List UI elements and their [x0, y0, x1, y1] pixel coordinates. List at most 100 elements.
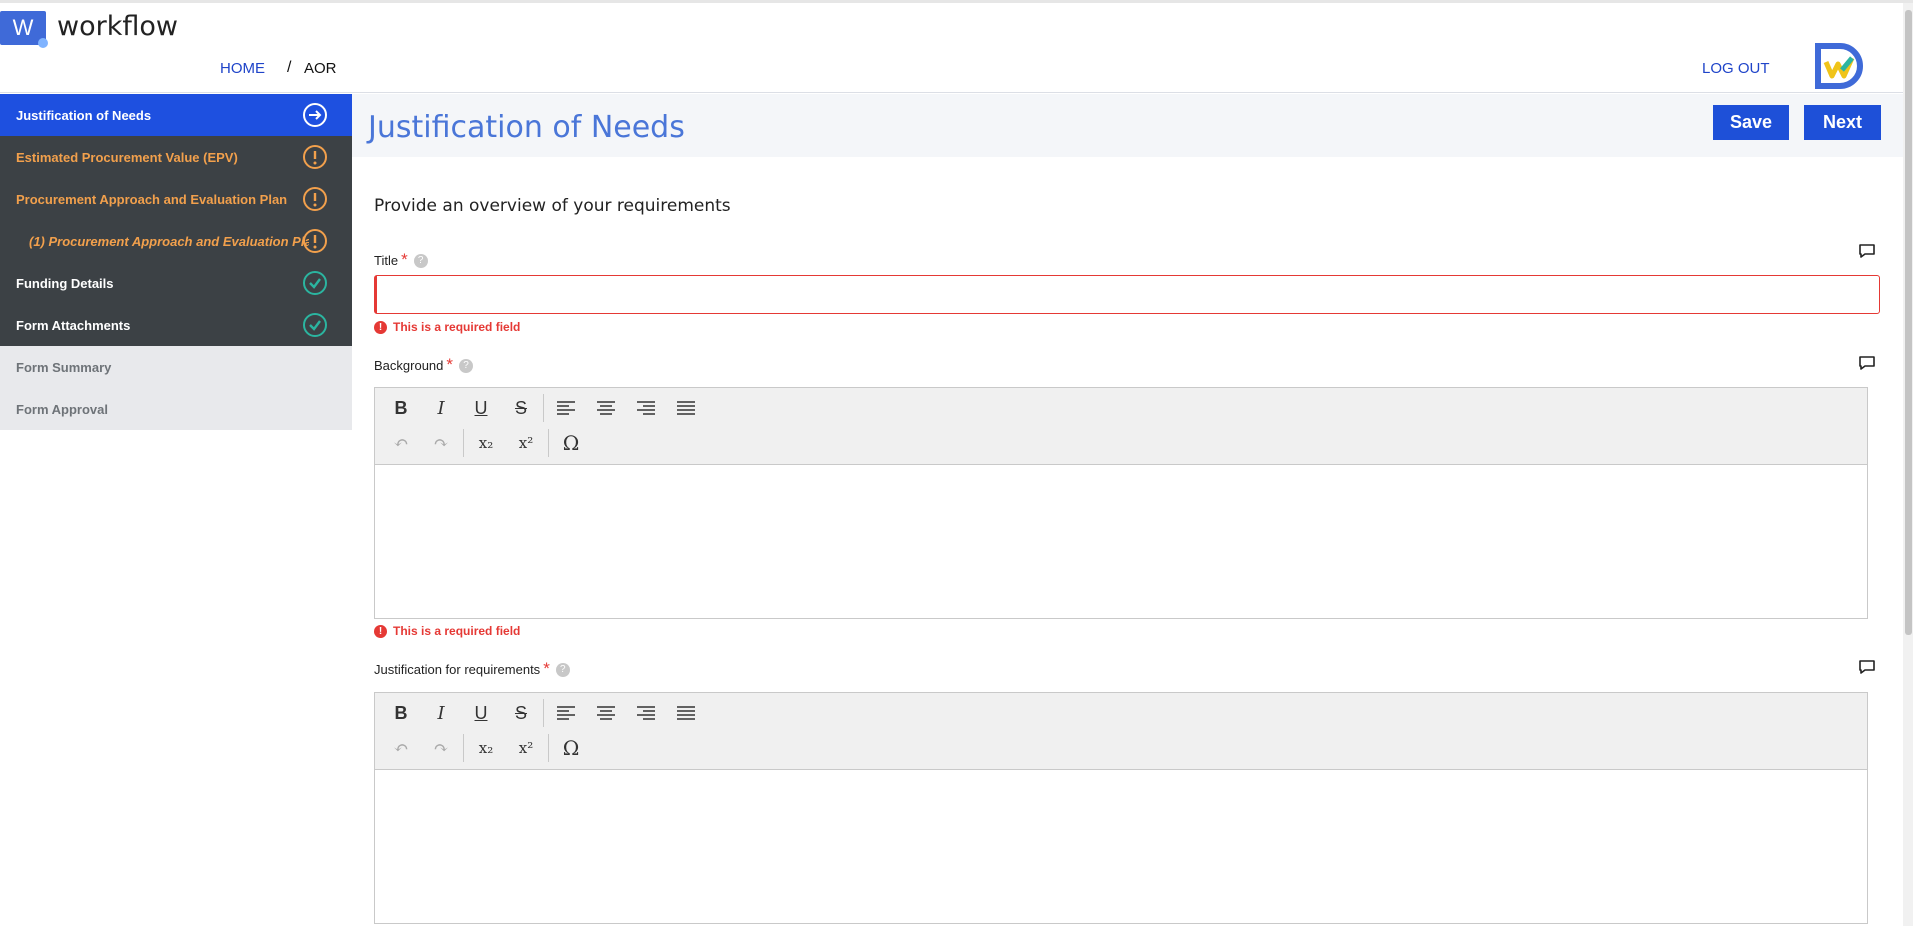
undo-button[interactable]: ↶ — [381, 734, 421, 762]
next-button[interactable]: Next — [1804, 105, 1881, 140]
toolbar-row-formatting: B I U S — [381, 393, 706, 423]
bold-button[interactable]: B — [381, 394, 421, 422]
special-character-button[interactable]: Ω — [551, 429, 591, 457]
sidebar-item-funding-details[interactable]: Funding Details — [0, 262, 352, 304]
warning-icon — [303, 145, 327, 169]
align-left-icon — [557, 706, 575, 720]
title-input[interactable] — [374, 275, 1880, 314]
sidebar-item-label: Funding Details — [16, 275, 114, 291]
underline-button[interactable]: U — [461, 699, 501, 727]
toolbar-row-formatting: B I U S — [381, 698, 706, 728]
editor-toolbar: B I U S ↶ ↷ x₂ x² Ω — [375, 388, 1867, 465]
save-button[interactable]: Save — [1713, 105, 1789, 140]
required-star: * — [543, 659, 550, 678]
sidebar-item-label: Procurement Approach and Evaluation Plan — [16, 191, 288, 207]
toolbar-separator — [543, 699, 544, 727]
help-icon[interactable]: ? — [555, 663, 570, 677]
required-star: * — [401, 250, 408, 269]
toolbar-separator — [543, 394, 544, 422]
undo-button[interactable]: ↶ — [381, 429, 421, 457]
italic-button[interactable]: I — [421, 699, 461, 727]
superscript-button[interactable]: x² — [506, 734, 546, 762]
arrow-right-circle-icon — [303, 103, 327, 127]
error-message: This is a required field — [393, 624, 521, 638]
sidebar-item-label: Form Attachments — [16, 317, 131, 333]
sidebar-item-label: (1) Procurement Approach and Evaluation … — [29, 233, 309, 249]
comment-icon[interactable] — [1858, 243, 1876, 259]
help-icon[interactable]: ? — [413, 254, 428, 268]
align-justify-icon — [677, 706, 695, 720]
toolbar-row-extras: ↶ ↷ x₂ x² Ω — [381, 428, 591, 458]
sidebar-item-procurement-approach[interactable]: Procurement Approach and Evaluation Plan — [0, 178, 352, 220]
subscript-button[interactable]: x₂ — [466, 734, 506, 762]
underline-button[interactable]: U — [461, 394, 501, 422]
background-rich-text-editor: B I U S ↶ ↷ x₂ x² Ω — [374, 387, 1868, 619]
logo-gear-icon — [38, 38, 48, 48]
toolbar-separator — [548, 429, 549, 457]
justification-field-label: Justification for requirements *? — [374, 659, 570, 679]
scrollbar-thumb[interactable] — [1905, 10, 1912, 635]
comment-icon[interactable] — [1858, 355, 1876, 371]
italic-button[interactable]: I — [421, 394, 461, 422]
superscript-button[interactable]: x² — [506, 429, 546, 457]
align-justify-button[interactable] — [666, 699, 706, 727]
comment-icon[interactable] — [1858, 659, 1876, 675]
breadcrumb-current: AOR — [304, 60, 337, 77]
help-icon[interactable]: ? — [459, 359, 474, 373]
bold-button[interactable]: B — [381, 699, 421, 727]
header-divider — [0, 92, 1905, 93]
subscript-button[interactable]: x₂ — [466, 429, 506, 457]
error-icon: ! — [374, 320, 387, 334]
align-center-icon — [597, 401, 615, 415]
sidebar-item-label: Form Approval — [16, 401, 108, 417]
error-message: This is a required field — [393, 320, 521, 334]
title-error: ! This is a required field — [374, 320, 520, 334]
field-label-text: Justification for requirements — [374, 662, 541, 677]
sidebar-item-form-approval[interactable]: Form Approval — [0, 388, 352, 430]
breadcrumb-separator: / — [287, 59, 292, 76]
sidebar-item-epv[interactable]: Estimated Procurement Value (EPV) — [0, 136, 352, 178]
warning-icon — [303, 187, 327, 211]
breadcrumb-home-link[interactable]: HOME — [220, 60, 265, 77]
special-character-button[interactable]: Ω — [551, 734, 591, 762]
checkmark-icon — [303, 313, 327, 337]
app-name: workflow — [57, 11, 178, 42]
align-justify-button[interactable] — [666, 394, 706, 422]
align-center-button[interactable] — [586, 699, 626, 727]
align-right-icon — [637, 401, 655, 415]
justification-editor-body[interactable] — [375, 770, 1867, 922]
align-right-button[interactable] — [626, 394, 666, 422]
sidebar-item-procurement-approach-1[interactable]: (1) Procurement Approach and Evaluation … — [0, 220, 352, 262]
field-label-text: Title — [374, 253, 399, 268]
sidebar-item-form-summary[interactable]: Form Summary — [0, 346, 352, 388]
section-description: Provide an overview of your requirements — [374, 196, 731, 216]
warning-icon — [303, 229, 327, 253]
align-center-icon — [597, 706, 615, 720]
align-left-button[interactable] — [546, 394, 586, 422]
background-error: ! This is a required field — [374, 624, 520, 638]
align-center-button[interactable] — [586, 394, 626, 422]
redo-button[interactable]: ↷ — [421, 429, 461, 457]
strikethrough-button[interactable]: S — [501, 699, 541, 727]
align-right-button[interactable] — [626, 699, 666, 727]
page-title: Justification of Needs — [368, 110, 685, 145]
align-right-icon — [637, 706, 655, 720]
redo-button[interactable]: ↷ — [421, 734, 461, 762]
checkmark-icon — [303, 271, 327, 295]
background-editor-body[interactable] — [375, 465, 1867, 617]
brand-logo-icon — [1815, 43, 1863, 89]
toolbar-separator — [463, 429, 464, 457]
sidebar-item-label: Estimated Procurement Value (EPV) — [16, 149, 238, 165]
title-field-label: Title *? — [374, 250, 428, 270]
editor-toolbar: B I U S ↶ ↷ x₂ x² Ω — [375, 693, 1867, 770]
logout-link[interactable]: LOG OUT — [1702, 60, 1770, 77]
justification-rich-text-editor: B I U S ↶ ↷ x₂ x² Ω — [374, 692, 1868, 924]
sidebar-item-label: Form Summary — [16, 359, 112, 375]
required-star: * — [446, 355, 454, 374]
strikethrough-button[interactable]: S — [501, 394, 541, 422]
sidebar-item-justification-of-needs[interactable]: Justification of Needs — [0, 94, 352, 136]
sidebar-item-form-attachments[interactable]: Form Attachments — [0, 304, 352, 346]
form-sections-sidebar: Justification of Needs Estimated Procure… — [0, 94, 352, 430]
align-left-button[interactable] — [546, 699, 586, 727]
background-field-label: Background *? — [374, 355, 474, 375]
